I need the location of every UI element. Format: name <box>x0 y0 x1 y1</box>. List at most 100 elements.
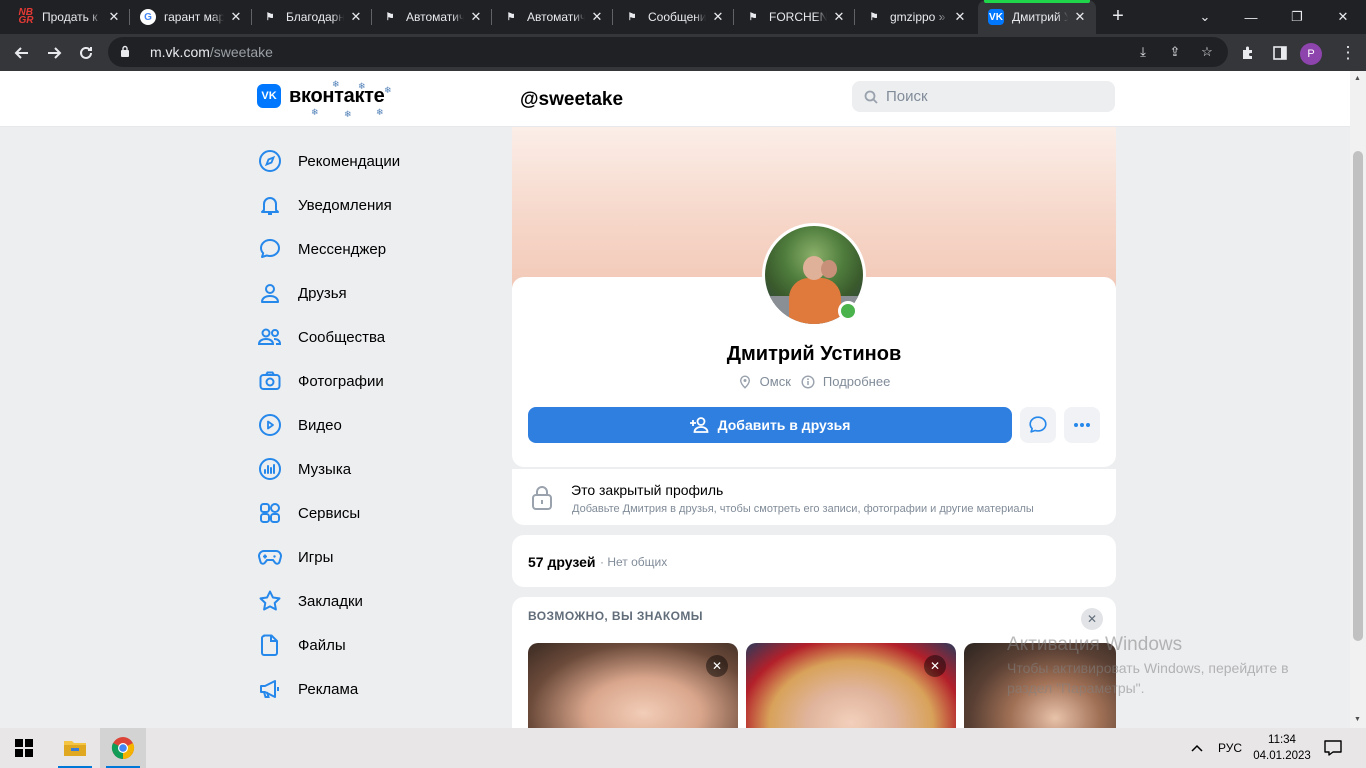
side-panel-icon[interactable] <box>1266 39 1294 67</box>
suggestions-title: ВОЗМОЖНО, ВЫ ЗНАКОМЫ <box>528 609 703 623</box>
dismiss-suggestion-button[interactable]: ✕ <box>706 655 728 677</box>
dismiss-suggestion-button[interactable]: ✕ <box>924 655 946 677</box>
avatar-figure <box>789 278 841 324</box>
browser-tab[interactable]: ⚑ Автоматич ✕ <box>364 0 492 34</box>
lock-icon <box>532 486 552 510</box>
suggestion-photo[interactable]: ✕ <box>528 643 738 728</box>
system-clock[interactable]: 11:34 04.01.2023 <box>1252 732 1312 764</box>
show-hidden-icons-button[interactable] <box>1190 728 1204 768</box>
menu-item-services[interactable]: Сервисы <box>256 491 496 535</box>
restore-button[interactable]: ❐ <box>1274 0 1320 34</box>
menu-item-notifications[interactable]: Уведомления <box>256 183 496 227</box>
chat-icon <box>1029 416 1047 433</box>
menu-item-label: Сервисы <box>298 504 361 522</box>
windows-activation-text: Чтобы активировать Windows, перейдите в … <box>1007 660 1289 696</box>
browser-tab[interactable]: ⚑ FORCHENI ✕ <box>727 0 855 34</box>
forward-button[interactable] <box>40 39 68 67</box>
menu-item-messenger[interactable]: Мессенджер <box>256 227 496 271</box>
browser-tab[interactable]: NB GR Продать к ✕ <box>0 0 130 34</box>
close-tab-icon[interactable]: ✕ <box>831 9 847 25</box>
search-box[interactable] <box>852 81 1115 112</box>
close-tab-icon[interactable]: ✕ <box>106 9 122 25</box>
profile-meta: Омск Подробнее <box>512 374 1116 389</box>
location-pin-icon <box>739 374 750 389</box>
more-actions-button[interactable] <box>1064 407 1100 443</box>
browser-tab[interactable]: ⚑ Благодарн ✕ <box>244 0 372 34</box>
minimize-button[interactable]: — <box>1228 0 1274 34</box>
menu-item-label: Сообщества <box>298 328 386 346</box>
close-suggestions-button[interactable]: ✕ <box>1081 608 1103 630</box>
browser-tab[interactable]: G гарант мар ✕ <box>122 0 252 34</box>
compass-icon <box>256 147 284 175</box>
friends-count[interactable]: 57 друзей <box>528 554 595 570</box>
search-input[interactable] <box>886 88 1086 105</box>
close-tab-icon[interactable]: ✕ <box>1072 9 1088 25</box>
menu-item-ads[interactable]: Реклама <box>256 667 496 711</box>
tab-title: Автоматич <box>406 10 464 24</box>
menu-item-bookmarks[interactable]: Закладки <box>256 579 496 623</box>
install-app-icon[interactable]: ⤓ <box>1134 43 1152 61</box>
add-user-icon <box>689 417 709 433</box>
browser-tab[interactable]: ⚑ Сообщени ✕ <box>606 0 734 34</box>
close-tab-icon[interactable]: ✕ <box>468 9 484 25</box>
close-tab-icon[interactable]: ✕ <box>710 9 726 25</box>
start-button[interactable] <box>0 728 48 768</box>
user-icon <box>256 279 284 307</box>
browser-tab-active[interactable]: VK Дмитрий У ✕ <box>978 0 1096 34</box>
close-tab-icon[interactable]: ✕ <box>228 9 244 25</box>
reload-button[interactable] <box>72 39 100 67</box>
vk-logo-mark: VK <box>257 84 281 108</box>
closed-profile-title: Это закрытый профиль <box>571 482 724 498</box>
menu-item-communities[interactable]: Сообщества <box>256 315 496 359</box>
menu-item-video[interactable]: Видео <box>256 403 496 447</box>
url-path: /sweetake <box>209 44 273 60</box>
tab-search-icon[interactable]: ⌄ <box>1182 0 1228 34</box>
message-button[interactable] <box>1020 407 1056 443</box>
menu-item-files[interactable]: Файлы <box>256 623 496 667</box>
notifications-button[interactable] <box>1324 728 1342 768</box>
browser-tab[interactable]: ⚑ gmzippo » ✕ <box>848 0 976 34</box>
file-explorer-taskbar-button[interactable] <box>52 728 98 768</box>
snowflake-icon: ❄ <box>344 109 352 119</box>
profile-avatar[interactable]: P <box>1300 43 1322 65</box>
flag-favicon-icon: ⚑ <box>506 11 516 23</box>
new-tab-button[interactable]: + <box>1108 6 1128 27</box>
profile-city: Омск <box>759 374 791 389</box>
scrollbar-thumb[interactable] <box>1353 151 1363 641</box>
chrome-taskbar-button[interactable] <box>100 728 146 768</box>
scroll-down-icon[interactable]: ▼ <box>1354 716 1361 723</box>
menu-item-games[interactable]: Игры <box>256 535 496 579</box>
bookmark-star-icon[interactable]: ☆ <box>1198 43 1216 61</box>
back-button[interactable] <box>8 39 36 67</box>
tab-title: Благодарн <box>286 10 344 24</box>
details-link[interactable]: Подробнее <box>823 374 890 389</box>
input-language-indicator[interactable]: РУС <box>1218 728 1242 768</box>
menu-item-friends[interactable]: Друзья <box>256 271 496 315</box>
address-bar[interactable]: m.vk.com/sweetake ⤓ ⇪ ☆ <box>108 37 1228 67</box>
extensions-puzzle-icon[interactable] <box>1234 39 1262 67</box>
snowflake-icon: ❄ <box>332 79 340 89</box>
flag-favicon-icon: ⚑ <box>385 11 395 23</box>
menu-kebab-icon[interactable]: ⋮ <box>1334 39 1362 67</box>
menu-item-recommendations[interactable]: Рекомендации <box>256 139 496 183</box>
add-friend-button[interactable]: Добавить в друзья <box>528 407 1012 443</box>
menu-item-label: Видео <box>298 416 342 434</box>
menu-item-photos[interactable]: Фотографии <box>256 359 496 403</box>
suggestion-photo[interactable]: ✕ <box>746 643 956 728</box>
info-icon <box>801 374 815 389</box>
close-tab-icon[interactable]: ✕ <box>589 9 605 25</box>
share-icon[interactable]: ⇪ <box>1166 43 1184 61</box>
page-scrollbar[interactable]: ▲ ▼ <box>1350 71 1366 728</box>
close-window-button[interactable]: ✕ <box>1320 0 1366 34</box>
scroll-up-icon[interactable]: ▲ <box>1354 75 1361 82</box>
camera-icon <box>256 367 284 395</box>
snowflake-icon: ❄ <box>311 107 319 117</box>
megaphone-icon <box>256 675 284 703</box>
services-icon <box>256 499 284 527</box>
browser-tab[interactable]: ⚑ Автоматич ✕ <box>485 0 613 34</box>
menu-item-music[interactable]: Музыка <box>256 447 496 491</box>
arrow-left-icon <box>14 47 28 59</box>
close-tab-icon[interactable]: ✕ <box>348 9 364 25</box>
close-tab-icon[interactable]: ✕ <box>952 9 968 25</box>
arrow-right-icon <box>48 47 62 59</box>
